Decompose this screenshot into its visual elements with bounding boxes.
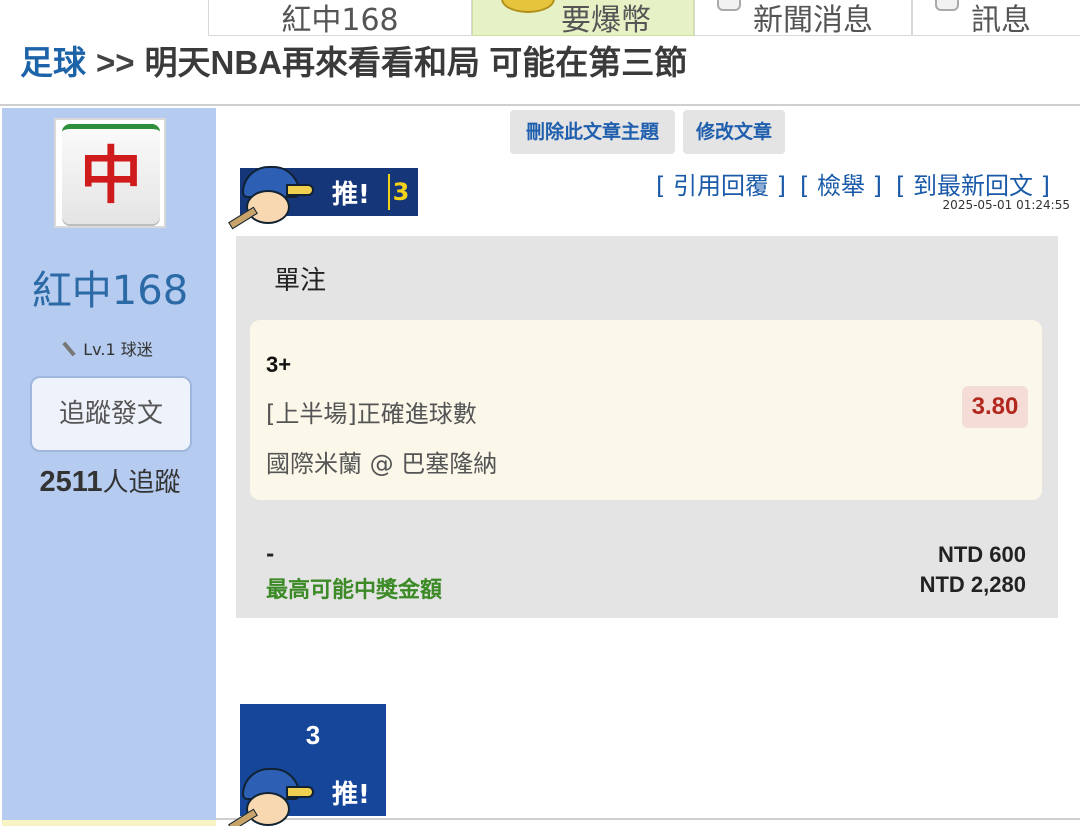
post-actions: [ 引用回覆 ] [ 檢舉 ] [ 到最新回文 ] [656, 166, 1064, 201]
bet-match: 國際米蘭 @ 巴塞隆納 [266, 450, 498, 478]
bet-type: 單注 [274, 266, 327, 296]
push-vote-count: 3 [305, 720, 321, 750]
report-link[interactable]: [ 檢舉 ] [800, 172, 882, 200]
push-vote-label: 推! [332, 780, 370, 810]
sidebar-footer-strip [2, 820, 216, 826]
tab-label: 要爆幣 [561, 3, 651, 36]
baseball-mascot-icon [228, 766, 318, 826]
breadcrumb-separator: >> [96, 44, 135, 81]
breadcrumb: 足球 >> 明天NBA再來看看和局 可能在第三節 [20, 36, 688, 81]
post-divider [216, 818, 1080, 820]
follower-count-suffix: 人追蹤 [102, 468, 181, 498]
quote-reply-link[interactable]: [ 引用回覆 ] [656, 172, 786, 200]
max-payout-amount: NTD 2,280 [919, 572, 1026, 597]
bet-stake: NTD 600 [937, 542, 1026, 567]
avatar-glyph: 中 [79, 139, 142, 212]
bet-selection: 3+ [266, 352, 292, 377]
post-container: 中 紅中168 Lv.1 球迷 追蹤發文 2511人追蹤 刪除此文章主題 修改文… [0, 104, 1080, 826]
latest-reply-link[interactable]: [ 到最新回文 ] [896, 172, 1050, 200]
bet-slip: 單注 3+ [上半場]正確進球數 國際米蘭 @ 巴塞隆納 3.80 - 最高可能… [236, 236, 1058, 618]
tab-label: 訊息 [971, 3, 1031, 36]
tab-earn-coins[interactable]: 要爆幣 [472, 0, 694, 36]
follower-count: 2511人追蹤 [2, 462, 218, 499]
push-label: 推! [332, 180, 370, 210]
message-icon [935, 0, 959, 11]
tab-label: 新聞消息 [753, 3, 873, 36]
max-payout-label: 最高可能中獎金額 [266, 578, 443, 603]
post-timestamp: 2025-05-01 01:24:55 [942, 198, 1070, 212]
follow-button[interactable]: 追蹤發文 [30, 376, 192, 452]
breadcrumb-category-link[interactable]: 足球 [20, 44, 86, 81]
page: 紅中168 要爆幣 新聞消息 訊息 足球 >> 明天NBA再來看看和局 可能在第三節… [0, 0, 1080, 826]
author-name[interactable]: 紅中168 [2, 258, 218, 316]
author-level: Lv.1 球迷 [2, 336, 218, 360]
delete-topic-button[interactable]: 刪除此文章主題 [510, 110, 675, 154]
top-tab-strip: 紅中168 要爆幣 新聞消息 訊息 [0, 0, 1080, 36]
author-sidebar: 中 紅中168 Lv.1 球迷 追蹤發文 2511人追蹤 [2, 108, 216, 820]
page-title: 明天NBA再來看看和局 可能在第三節 [144, 44, 688, 81]
bet-market: [上半場]正確進球數 [266, 400, 477, 428]
news-icon [717, 0, 741, 11]
coin-icon [501, 0, 555, 13]
bet-result: - [266, 542, 275, 566]
baseball-mascot-icon [228, 164, 318, 238]
bet-odds-badge: 3.80 [962, 386, 1028, 428]
author-level-text: Lv.1 球迷 [83, 340, 153, 359]
pencil-icon [62, 341, 76, 357]
bet-selection-card: 3+ [上半場]正確進球數 國際米蘭 @ 巴塞隆納 3.80 [250, 320, 1042, 500]
avatar[interactable]: 中 [54, 118, 166, 228]
follower-count-number: 2511 [39, 466, 103, 498]
edit-post-button[interactable]: 修改文章 [683, 110, 785, 154]
mahjong-tile-icon: 中 [62, 124, 160, 224]
tab-news[interactable]: 新聞消息 [694, 0, 912, 36]
tab-messages[interactable]: 訊息 [912, 0, 1080, 36]
tab-profile[interactable]: 紅中168 [208, 0, 472, 36]
tab-label: 紅中168 [281, 3, 399, 36]
push-count: 3 [388, 174, 412, 210]
